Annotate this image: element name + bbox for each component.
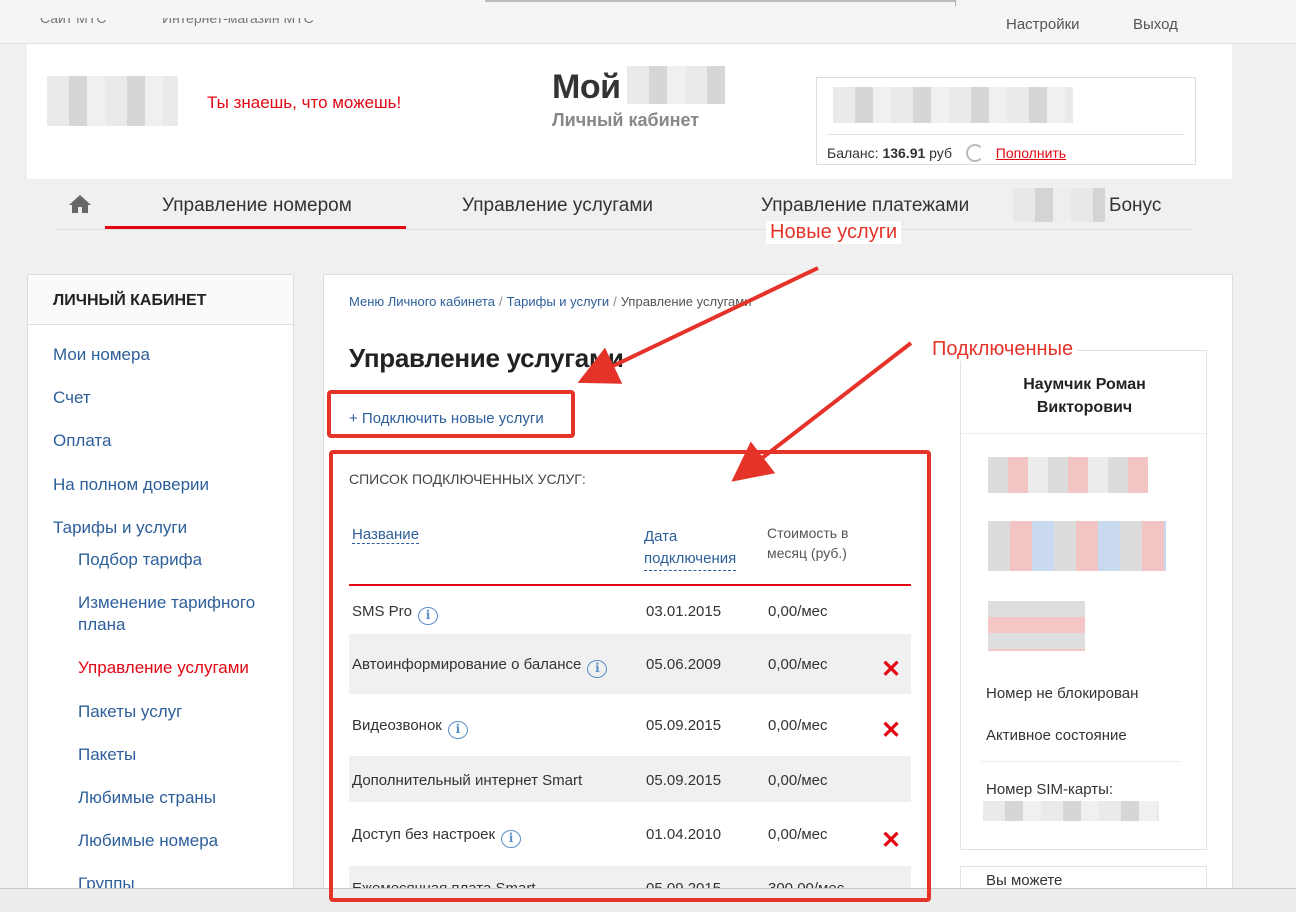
- sidebar-item-tariff-change-line2[interactable]: плана: [78, 615, 125, 635]
- logo-redacted[interactable]: [47, 76, 178, 126]
- nav-services-management[interactable]: Управление услугами: [462, 195, 653, 217]
- slogan: Ты знаешь, что можешь!: [207, 93, 402, 112]
- divider: [961, 433, 1208, 434]
- top-bar: Сайт МТС Интернет-магазин МТС Настройки …: [0, 0, 1296, 44]
- profile-name-line2: Викторович: [1036, 399, 1133, 416]
- nav-payments-management[interactable]: Управление платежами: [761, 195, 969, 217]
- breadcrumb-tariffs[interactable]: Тарифы и услуги: [507, 294, 610, 309]
- annotation-box-new-services: [327, 390, 575, 438]
- sidebar-item-full-trust[interactable]: На полном доверии: [53, 475, 209, 495]
- annotation-connected: Подключенные: [928, 338, 1078, 361]
- balance-label: Баланс:: [827, 145, 879, 161]
- balance-box: Баланс: 136.91 руб Пополнить: [816, 77, 1196, 165]
- page-title: Управление услугами: [349, 343, 624, 373]
- sidebar-item-favorite-countries[interactable]: Любимые страны: [78, 788, 216, 808]
- active-state: Активное состояние: [986, 727, 1127, 744]
- sidebar-item-packages[interactable]: Пакеты: [78, 745, 136, 765]
- main-nav: Управление номером Управление услугами У…: [55, 180, 1192, 230]
- profile-info-redacted: [988, 457, 1148, 493]
- profile-panel: Наумчик Роман Викторович Номер не блокир…: [960, 350, 1208, 850]
- sidebar-item-favorite-numbers[interactable]: Любимые номера: [78, 831, 218, 851]
- logout-link[interactable]: Выход: [1133, 16, 1178, 33]
- info-box-text: Вы можете: [986, 872, 1063, 889]
- sim-number-redacted: [983, 801, 1159, 821]
- annotation-new-services: Новые услуги: [766, 221, 902, 244]
- mts-site-link[interactable]: Сайт МТС: [40, 18, 107, 26]
- browser-edge-tick: [955, 0, 956, 6]
- phone-number-redacted: [833, 87, 1073, 123]
- refresh-icon[interactable]: [965, 144, 984, 162]
- site-title-redacted: [627, 66, 725, 104]
- nav-number-management[interactable]: Управление номером: [162, 195, 352, 217]
- breadcrumb-menu[interactable]: Меню Личного кабинета: [349, 294, 495, 309]
- breadcrumb-current: Управление услугами: [620, 294, 752, 309]
- sidebar-item-payment[interactable]: Оплата: [53, 431, 111, 451]
- divider: [981, 761, 1181, 762]
- sidebar-item-my-numbers[interactable]: Мои номера: [53, 345, 150, 365]
- balance-line: Баланс: 136.91 руб Пополнить: [827, 134, 1185, 162]
- header: Ты знаешь, что можешь! Мой Личный кабине…: [27, 44, 1232, 179]
- sidebar-item-tariff-selection[interactable]: Подбор тарифа: [78, 550, 202, 570]
- nav-brand-redacted: [1013, 188, 1105, 222]
- annotation-box-connected: [329, 450, 931, 902]
- sidebar-item-tariff-change[interactable]: Изменение тарифного: [78, 593, 255, 613]
- topup-link[interactable]: Пополнить: [996, 145, 1066, 161]
- nav-active-indicator: [105, 226, 406, 229]
- profile-info-redacted: [988, 601, 1085, 651]
- sidebar-item-tariffs[interactable]: Тарифы и услуги: [53, 518, 187, 538]
- balance-currency: руб: [929, 145, 952, 161]
- sidebar-item-services[interactable]: Управление услугами: [78, 658, 249, 678]
- sidebar: ЛИЧНЫЙ КАБИНЕТ Мои номера Счет Оплата На…: [27, 274, 294, 912]
- profile-name-line1: Наумчик Роман: [1023, 376, 1146, 393]
- sidebar-item-service-bundles[interactable]: Пакеты услуг: [78, 702, 182, 722]
- profile-info-redacted: [988, 521, 1166, 571]
- sim-number-label: Номер SIM-карты:: [986, 781, 1114, 798]
- sidebar-heading: ЛИЧНЫЙ КАБИНЕТ: [28, 275, 293, 325]
- balance-value: 136.91: [882, 145, 926, 161]
- block-status: Номер не блокирован: [986, 685, 1139, 702]
- site-title: Мой: [552, 68, 621, 106]
- home-icon[interactable]: [68, 194, 92, 214]
- profile-name: Наумчик Роман Викторович: [961, 373, 1208, 419]
- breadcrumb: Меню Личного кабинета / Тарифы и услуги / Уп…: [349, 294, 752, 309]
- sidebar-item-account[interactable]: Счет: [53, 388, 91, 408]
- settings-link[interactable]: Настройки: [1006, 16, 1080, 33]
- nav-bonus[interactable]: Бонус: [1109, 195, 1161, 217]
- browser-edge: [485, 0, 955, 2]
- mts-shop-link[interactable]: Интернет-магазин МТС: [162, 18, 314, 26]
- site-subtitle: Личный кабинет: [552, 110, 700, 130]
